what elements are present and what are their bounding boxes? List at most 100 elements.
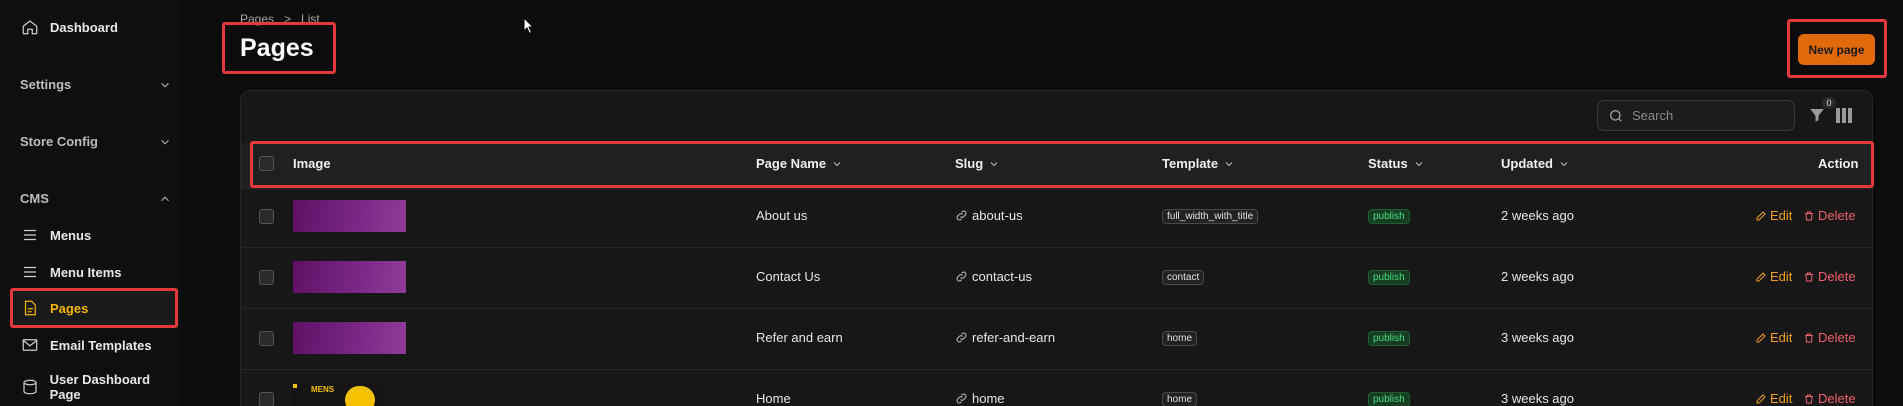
column-header-updated[interactable]: Updated bbox=[1501, 156, 1570, 171]
chevron-down-icon bbox=[990, 161, 998, 166]
sidebar-group-cms[interactable]: CMS bbox=[20, 191, 172, 206]
edit-icon bbox=[1756, 332, 1766, 342]
search-icon bbox=[1610, 109, 1622, 122]
chevron-down-icon bbox=[161, 82, 169, 88]
sidebar-group-settings[interactable]: Settings bbox=[20, 77, 172, 92]
sidebar-item-dashboard[interactable]: Dashboard bbox=[20, 17, 118, 37]
trash-icon bbox=[1805, 211, 1813, 220]
sidebar-item-email-templates[interactable]: Email Templates bbox=[20, 335, 152, 355]
updated-cell: 3 weeks ago bbox=[1501, 330, 1574, 345]
sidebar-item-label: Email Templates bbox=[50, 337, 152, 353]
page-name-cell: Refer and earn bbox=[756, 330, 843, 345]
sidebar-item-label: Menus bbox=[50, 227, 92, 243]
chevron-down-icon bbox=[1560, 161, 1568, 166]
updated-cell: 2 weeks ago bbox=[1501, 269, 1574, 284]
search-box[interactable] bbox=[1597, 100, 1795, 131]
chevron-down-icon bbox=[1225, 161, 1233, 166]
page-title: Pages bbox=[240, 34, 314, 62]
sidebar: Dashboard Settings Store Config CMS Menu… bbox=[0, 0, 182, 406]
trash-icon bbox=[1805, 333, 1813, 342]
row-checkbox[interactable] bbox=[259, 270, 274, 285]
sidebar-group-label: Store Config bbox=[20, 134, 98, 149]
columns-icon[interactable] bbox=[1836, 108, 1852, 123]
column-header-slug[interactable]: Slug bbox=[955, 156, 1000, 171]
search-input[interactable] bbox=[1632, 108, 1782, 123]
sidebar-item-menus[interactable]: Menus bbox=[20, 225, 91, 245]
page-name-cell: About us bbox=[756, 208, 808, 223]
link-icon bbox=[956, 271, 967, 282]
status-badge: publish bbox=[1368, 270, 1410, 285]
row-divider bbox=[241, 188, 1872, 189]
template-tag: home bbox=[1162, 392, 1198, 406]
chevron-up-icon bbox=[161, 195, 169, 201]
delete-button[interactable]: Delete bbox=[1803, 269, 1856, 284]
edit-icon bbox=[1756, 271, 1766, 281]
home-icon bbox=[20, 17, 40, 37]
row-checkbox[interactable] bbox=[259, 209, 274, 224]
delete-button[interactable]: Delete bbox=[1803, 330, 1856, 345]
edit-button[interactable]: Edit bbox=[1755, 391, 1792, 406]
filter-icon[interactable] bbox=[1808, 106, 1826, 124]
sidebar-item-label: Pages bbox=[50, 300, 89, 316]
highlight-box bbox=[250, 141, 1874, 188]
menu-lines-icon bbox=[20, 225, 40, 245]
row-checkbox[interactable] bbox=[259, 392, 274, 406]
edit-icon bbox=[1756, 210, 1766, 220]
row-divider bbox=[241, 369, 1872, 370]
sidebar-item-label: Dashboard bbox=[50, 19, 118, 35]
envelope-icon bbox=[20, 335, 40, 355]
row-divider bbox=[241, 308, 1872, 309]
status-badge: publish bbox=[1368, 209, 1410, 224]
updated-cell: 2 weeks ago bbox=[1501, 208, 1574, 223]
new-page-button[interactable]: New page bbox=[1798, 34, 1875, 65]
edit-icon bbox=[1756, 393, 1766, 403]
thumbnail-text: MENS bbox=[311, 385, 335, 394]
slug-text: contact-us bbox=[972, 269, 1032, 284]
template-tag: home bbox=[1162, 331, 1198, 346]
status-badge: publish bbox=[1368, 331, 1410, 346]
edit-button[interactable]: Edit bbox=[1755, 269, 1792, 284]
sidebar-item-pages[interactable]: Pages bbox=[20, 298, 88, 318]
sidebar-item-menu-items[interactable]: Menu Items bbox=[20, 262, 122, 282]
delete-button[interactable]: Delete bbox=[1803, 391, 1856, 406]
link-icon bbox=[956, 210, 967, 221]
row-checkbox[interactable] bbox=[259, 331, 274, 346]
page-name-cell: Contact Us bbox=[756, 269, 821, 284]
sidebar-group-label: Settings bbox=[20, 77, 72, 92]
page-thumbnail: MENS bbox=[293, 384, 383, 406]
page-thumbnail bbox=[293, 200, 406, 232]
slug-cell[interactable]: about-us bbox=[955, 208, 1023, 223]
column-header-page-name[interactable]: Page Name bbox=[756, 156, 843, 171]
mouse-cursor-icon bbox=[523, 17, 535, 35]
slug-text: about-us bbox=[972, 208, 1023, 223]
column-header-status[interactable]: Status bbox=[1368, 156, 1425, 171]
edit-button[interactable]: Edit bbox=[1755, 208, 1792, 223]
column-header-image: Image bbox=[293, 156, 331, 171]
template-tag: full_width_with_title bbox=[1162, 209, 1259, 224]
filter-count-badge: 0 bbox=[1822, 97, 1836, 109]
table-card bbox=[240, 90, 1873, 406]
slug-cell[interactable]: home bbox=[955, 391, 1005, 406]
sidebar-item-label: Menu Items bbox=[50, 264, 122, 280]
row-divider bbox=[241, 247, 1872, 248]
slug-cell[interactable]: contact-us bbox=[955, 269, 1032, 284]
slug-cell[interactable]: refer-and-earn bbox=[955, 330, 1055, 345]
updated-cell: 3 weeks ago bbox=[1501, 391, 1574, 406]
slug-text: home bbox=[972, 391, 1005, 406]
chevron-down-icon bbox=[833, 161, 841, 166]
status-badge: publish bbox=[1368, 392, 1410, 406]
page-thumbnail bbox=[293, 322, 406, 354]
chevron-down-icon bbox=[1415, 161, 1423, 166]
stack-icon bbox=[20, 377, 40, 397]
delete-button[interactable]: Delete bbox=[1803, 208, 1856, 223]
sidebar-group-store-config[interactable]: Store Config bbox=[20, 134, 172, 149]
select-all-checkbox[interactable] bbox=[259, 156, 274, 171]
column-header-template[interactable]: Template bbox=[1162, 156, 1235, 171]
document-icon bbox=[20, 298, 40, 318]
edit-button[interactable]: Edit bbox=[1755, 330, 1792, 345]
link-icon bbox=[956, 393, 967, 404]
sidebar-item-user-dashboard-page[interactable]: User Dashboard Page bbox=[20, 372, 182, 402]
menu-lines-icon bbox=[20, 262, 40, 282]
link-icon bbox=[956, 332, 967, 343]
page-name-cell: Home bbox=[756, 391, 791, 406]
